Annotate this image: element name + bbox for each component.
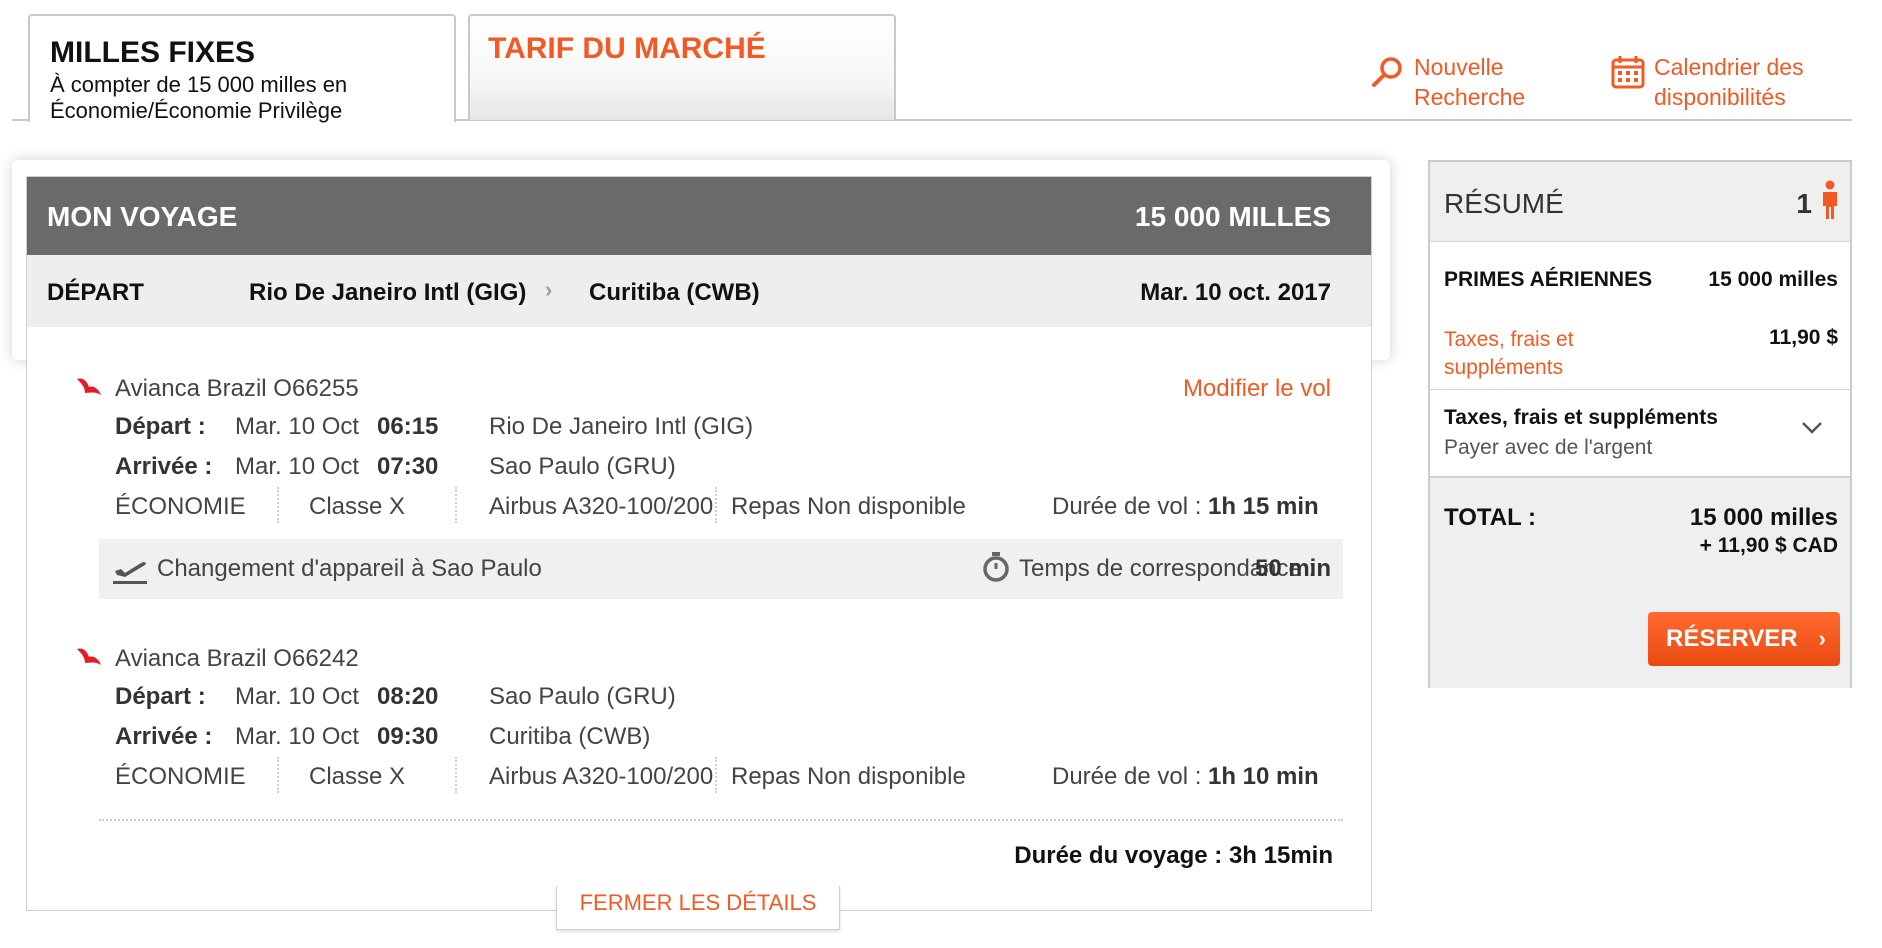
total-miles: 15 000 milles	[1689, 504, 1838, 531]
divider	[455, 487, 457, 523]
total-label: TOTAL :	[1444, 504, 1536, 531]
trip-miles: 15 000 MILLES	[1134, 201, 1331, 232]
divider	[455, 757, 457, 793]
arr-airport: Curitiba (CWB)	[489, 723, 651, 750]
summary-title: RÉSUMÉ	[1444, 188, 1564, 219]
chevron-right-icon: ›	[545, 277, 553, 302]
divider	[715, 487, 717, 523]
trip-title: MON VOYAGE	[47, 201, 238, 232]
avianca-logo-icon	[77, 378, 101, 395]
taxes-value: 11,90 $	[1769, 326, 1838, 349]
total-trip-duration: Durée du voyage : 3h 15min	[1014, 842, 1333, 869]
arrival-info-row: Arrivée : Mar. 10 Oct 09:30 Curitiba (CW…	[115, 723, 1345, 753]
new-search-line1: Nouvelle	[1414, 54, 1504, 80]
arr-date: Mar. 10 Oct	[235, 453, 360, 480]
timer-icon	[983, 552, 1009, 582]
awards-value: 15 000 milles	[1708, 268, 1838, 291]
calendar-line1: Calendrier des	[1654, 54, 1804, 80]
arrival-info-row: Arrivée : Mar. 10 Oct 07:30 Sao Paulo (G…	[115, 453, 1345, 483]
trip-header: MON VOYAGE 15 000 MILLES	[27, 177, 1371, 255]
departure-info-row: Départ : Mar. 10 Oct 06:15 Rio De Janeir…	[115, 413, 1345, 443]
divider	[277, 487, 279, 523]
divider	[715, 757, 717, 793]
arr-label: Arrivée :	[115, 723, 213, 750]
new-search-link[interactable]: Nouvelle Recherche	[1370, 52, 1525, 112]
arr-label: Arrivée :	[115, 453, 213, 480]
dep-airport: Rio De Janeiro Intl (GIG)	[489, 413, 754, 440]
reserve-label: RÉSERVER	[1666, 625, 1798, 652]
total-cash: + 11,90 $ CAD	[1699, 534, 1838, 557]
modify-flight-link[interactable]: Modifier le vol	[1183, 375, 1331, 403]
fare-class: Classe X	[309, 493, 406, 520]
availability-calendar-link[interactable]: Calendrier des disponibilités	[1610, 52, 1804, 112]
chevron-down-icon	[1802, 422, 1822, 434]
calendar-icon	[1611, 56, 1645, 89]
aircraft: Airbus A320-100/200	[489, 763, 714, 790]
dep-label: Départ :	[115, 413, 206, 440]
dep-date: Mar. 10 Oct	[235, 413, 360, 440]
arr-date: Mar. 10 Oct	[235, 723, 360, 750]
flight-duration: 1h 10 min	[1208, 763, 1319, 790]
avianca-logo-icon	[77, 648, 101, 665]
dep-date: Mar. 10 Oct	[235, 683, 360, 710]
taxes-section-title: Taxes, frais et suppléments	[1444, 406, 1718, 429]
calendar-line2: disponibilités	[1654, 84, 1786, 110]
awards-label: PRIMES AÉRIENNES	[1444, 268, 1653, 291]
reserve-button[interactable]: RÉSERVER ›	[1648, 612, 1840, 666]
duration-label: Durée de vol :	[1052, 493, 1202, 520]
taxes-link[interactable]: Taxes, frais et suppléments	[1444, 326, 1624, 382]
origin-airport: Rio De Janeiro Intl (GIG)	[249, 279, 527, 306]
dep-airport: Sao Paulo (GRU)	[489, 683, 676, 710]
passenger-count: 1	[1796, 188, 1812, 219]
divider	[99, 819, 1343, 821]
meal: Repas Non disponible	[731, 763, 966, 790]
tab-market-title: TARIF DU MARCHÉ	[488, 32, 766, 65]
summary-awards: PRIMES AÉRIENNES 15 000 milles Taxes, fr…	[1430, 242, 1850, 390]
flight-details-row: ÉCONOMIE Classe X Airbus A320-100/200 Re…	[115, 757, 1345, 793]
duration-label: Durée de vol :	[1052, 763, 1202, 790]
connection-time: 50 min	[1254, 555, 1331, 582]
fare-class: Classe X	[309, 763, 406, 790]
summary-header: RÉSUMÉ 1	[1430, 162, 1850, 242]
flight-details-row: ÉCONOMIE Classe X Airbus A320-100/200 Re…	[115, 487, 1345, 523]
flight-duration: 1h 15 min	[1208, 493, 1319, 520]
tab-fixed-title: MILLES FIXES	[50, 36, 256, 69]
cabin: ÉCONOMIE	[115, 763, 246, 790]
arr-time: 09:30	[377, 723, 439, 750]
tab-fixed-miles[interactable]: MILLES FIXES À compter de 15 000 milles …	[28, 14, 456, 124]
dep-time: 06:15	[377, 413, 439, 440]
arr-airport: Sao Paulo (GRU)	[489, 453, 676, 480]
new-search-line2: Recherche	[1414, 84, 1526, 110]
departing-plane-icon	[113, 562, 147, 584]
trip-card: MON VOYAGE 15 000 MILLES DÉPART Rio De J…	[26, 176, 1372, 911]
departure-row: DÉPART Rio De Janeiro Intl (GIG) › Curit…	[27, 255, 1371, 327]
taxes-accordion[interactable]: Taxes, frais et suppléments Payer avec d…	[1430, 390, 1850, 478]
search-icon	[1372, 57, 1402, 87]
summary-panel: RÉSUMÉ 1 PRIMES AÉRIENNES 15 000 milles …	[1428, 160, 1852, 688]
close-details-button[interactable]: FERMER LES DÉTAILS	[556, 886, 840, 930]
aircraft: Airbus A320-100/200	[489, 493, 714, 520]
chevron-right-icon: ›	[1818, 626, 1826, 651]
cabin: ÉCONOMIE	[115, 493, 246, 520]
airline-flight: Avianca Brazil O66242	[115, 645, 359, 672]
summary-total: TOTAL : 15 000 milles + 11,90 $ CAD RÉSE…	[1430, 478, 1850, 688]
tab-fixed-subtitle: À compter de 15 000 milles en Économie/É…	[50, 72, 347, 124]
tab-fixed-line2: Économie/Économie Privilège	[50, 98, 343, 123]
taxes-section-subtitle: Payer avec de l'argent	[1444, 436, 1653, 459]
dep-label: Départ :	[115, 683, 206, 710]
person-icon	[1823, 180, 1837, 219]
connection-bar: Changement d'appareil à Sao Paulo Temps …	[99, 539, 1343, 599]
destination-airport: Curitiba (CWB)	[589, 279, 760, 306]
departure-label: DÉPART	[47, 279, 144, 306]
arr-time: 07:30	[377, 453, 439, 480]
aircraft-change-text: Changement d'appareil à Sao Paulo	[157, 555, 542, 582]
divider	[277, 757, 279, 793]
tab-fixed-line1: À compter de 15 000 milles en	[50, 72, 348, 97]
tab-market-fare[interactable]: TARIF DU MARCHÉ	[468, 14, 896, 120]
departure-info-row: Départ : Mar. 10 Oct 08:20 Sao Paulo (GR…	[115, 683, 1345, 713]
airline-flight: Avianca Brazil O66255	[115, 375, 359, 402]
departure-date: Mar. 10 oct. 2017	[1140, 279, 1331, 306]
dep-time: 08:20	[377, 683, 439, 710]
meal: Repas Non disponible	[731, 493, 966, 520]
